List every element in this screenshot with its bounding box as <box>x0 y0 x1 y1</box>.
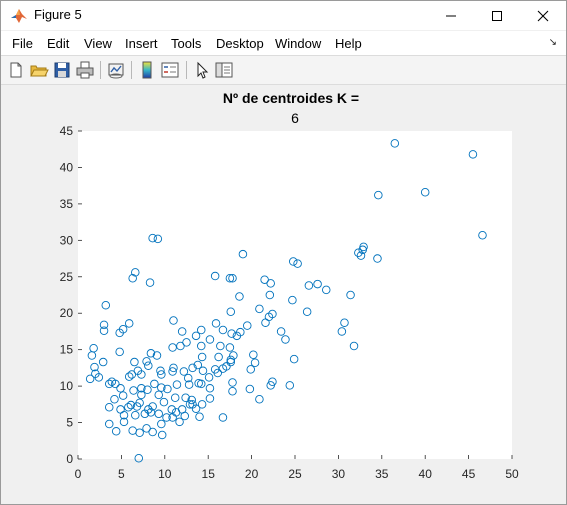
menu-desktop[interactable]: Desktop <box>216 36 264 51</box>
minimize-button[interactable] <box>428 1 474 30</box>
menu-window[interactable]: Window <box>275 36 321 51</box>
chart-title: Nº de centroides K = <box>223 90 359 106</box>
menu-edit[interactable]: Edit <box>47 36 69 51</box>
window-title: Figure 5 <box>34 7 82 22</box>
maximize-icon <box>492 10 502 21</box>
y-tick-label: 25 <box>60 270 74 284</box>
legend-icon[interactable] <box>160 60 180 80</box>
menu-file[interactable]: File <box>12 36 33 51</box>
scatter-plot: Nº de centroides K = 6 0 5 10 15 20 25 30 35 40 4… <box>60 90 519 481</box>
print-icon[interactable] <box>75 60 95 80</box>
y-tick-label: 0 <box>66 452 73 466</box>
y-tick-label: 20 <box>60 306 74 320</box>
y-tick-label: 5 <box>66 416 73 430</box>
pointer-icon[interactable] <box>192 60 212 80</box>
y-tick-label: 35 <box>60 197 74 211</box>
menu-view[interactable]: View <box>84 36 112 51</box>
link-plot-icon[interactable] <box>106 60 126 80</box>
x-tick-label: 40 <box>419 467 433 481</box>
open-file-icon[interactable] <box>29 60 49 80</box>
x-tick-label: 15 <box>202 467 216 481</box>
toolbar-separator <box>131 61 132 79</box>
plot-axes[interactable] <box>78 131 512 459</box>
y-tick-label: 15 <box>60 343 74 357</box>
y-tick-label: 10 <box>60 379 74 393</box>
menu-tools[interactable]: Tools <box>171 36 201 51</box>
x-tick-label: 35 <box>375 467 389 481</box>
menu-help[interactable]: Help <box>335 36 362 51</box>
x-tick-label: 30 <box>332 467 346 481</box>
maximize-button[interactable] <box>474 1 520 30</box>
figure-canvas[interactable]: Nº de centroides K = 6 0 5 10 15 20 25 30 35 40 4… <box>5 85 562 502</box>
figure-toolbar <box>1 55 566 85</box>
y-tick-label: 45 <box>60 124 74 138</box>
x-tick-label: 50 <box>505 467 519 481</box>
save-icon[interactable] <box>52 60 72 80</box>
matlab-logo-icon <box>11 9 27 23</box>
toolbar-separator <box>186 61 187 79</box>
x-tick-label: 5 <box>118 467 125 481</box>
menu-insert[interactable]: Insert <box>125 36 158 51</box>
colorbar-icon[interactable] <box>137 60 157 80</box>
property-editor-icon[interactable] <box>214 60 234 80</box>
figure-window: Figure 5 File Edit View Insert Tools Des… <box>0 0 567 505</box>
x-tick-label: 10 <box>158 467 172 481</box>
menu-bar: File Edit View Insert Tools Desktop Wind… <box>1 31 566 55</box>
x-tick-label: 20 <box>245 467 259 481</box>
new-figure-icon[interactable] <box>6 60 26 80</box>
x-tick-label: 45 <box>462 467 476 481</box>
x-tick-label: 0 <box>75 467 82 481</box>
chart-subtitle: 6 <box>291 110 299 126</box>
close-button[interactable] <box>520 1 566 30</box>
x-tick-label: 25 <box>288 467 302 481</box>
minimize-icon <box>446 15 456 16</box>
toolbar-separator <box>100 61 101 79</box>
close-icon <box>537 10 549 21</box>
title-bar[interactable]: Figure 5 <box>1 1 566 30</box>
dock-arrow-icon[interactable]: ↘ <box>549 37 557 48</box>
y-tick-label: 30 <box>60 233 74 247</box>
y-tick-label: 40 <box>60 160 74 174</box>
